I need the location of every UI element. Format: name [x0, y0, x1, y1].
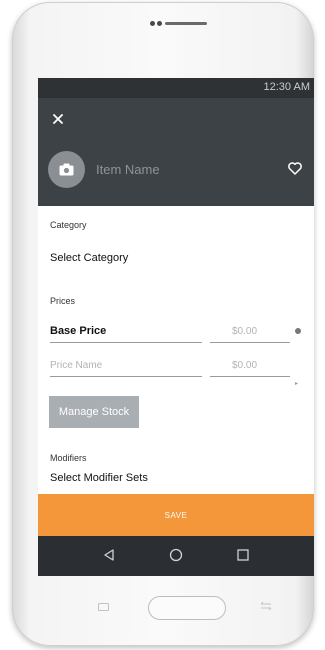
- close-icon[interactable]: [51, 112, 67, 128]
- manage-stock-button[interactable]: Manage Stock: [49, 396, 139, 428]
- price-name-underline: [50, 376, 202, 377]
- base-price-underline: [50, 342, 202, 343]
- add-photo-button[interactable]: [48, 151, 85, 188]
- recents-icon[interactable]: [236, 548, 250, 562]
- hardware-home-button[interactable]: [148, 596, 226, 620]
- price-name-amount-underline: [210, 376, 290, 377]
- info-icon[interactable]: [295, 328, 301, 334]
- camera-icon: [59, 163, 74, 176]
- price-name-amount-input[interactable]: $0.00: [232, 360, 257, 371]
- base-price-amount-input[interactable]: $0.00: [232, 326, 257, 337]
- status-time: 12:30 AM: [263, 81, 310, 93]
- category-label: Category: [50, 220, 87, 230]
- back-icon[interactable]: [102, 548, 116, 562]
- home-icon[interactable]: [169, 548, 183, 562]
- navigation-bar: [38, 536, 314, 576]
- price-name-input[interactable]: Price Name: [50, 360, 102, 371]
- base-price-field[interactable]: Base Price: [50, 325, 106, 337]
- select-modifier-sets-dropdown[interactable]: Select Modifier Sets: [50, 472, 148, 484]
- hardware-back-icon[interactable]: [258, 600, 274, 612]
- item-name-input[interactable]: Item Name: [96, 162, 160, 177]
- expand-arrow-icon[interactable]: ▸: [295, 380, 298, 387]
- save-button[interactable]: SAVE: [38, 494, 314, 536]
- status-bar: 12:30 AM: [38, 78, 314, 98]
- front-camera-icon: [150, 21, 155, 26]
- modifiers-label: Modifiers: [50, 453, 87, 463]
- earpiece-speaker: [165, 22, 207, 25]
- item-header: Item Name: [38, 98, 314, 206]
- select-category-dropdown[interactable]: Select Category: [50, 252, 128, 264]
- base-price-amount-underline: [210, 342, 290, 343]
- hardware-recents-button[interactable]: [98, 603, 109, 611]
- prices-label: Prices: [50, 296, 76, 306]
- heart-icon[interactable]: [288, 162, 302, 175]
- app-screen: 12:30 AM Item Name Category Select Categ…: [38, 78, 314, 576]
- sensor-icon: [157, 21, 162, 26]
